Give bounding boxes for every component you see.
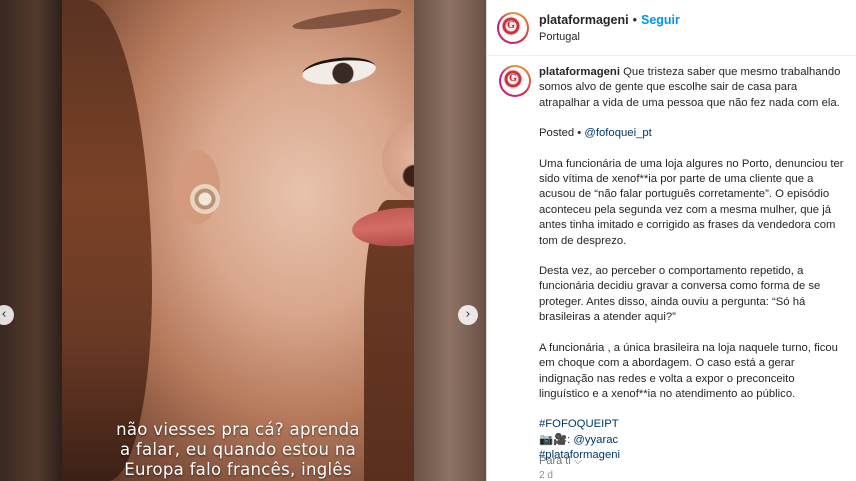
caption-paragraph-1: Uma funcionária de uma loja algures no P… xyxy=(539,157,844,247)
previous-post-backdrop xyxy=(0,0,62,481)
caption-paragraph-3: A funcionária , a única brasileira na lo… xyxy=(539,341,838,400)
hashtag-fofoqueipt[interactable]: #FOFOQUEIPT xyxy=(539,417,845,432)
chevron-right-icon[interactable]: › xyxy=(458,305,478,325)
post-media[interactable] xyxy=(62,0,414,481)
posted-handle-link[interactable]: @fofoquei_pt xyxy=(584,127,651,139)
for-you-dropdown[interactable]: Para ti ⌵ xyxy=(539,455,582,468)
post-header: G plataformageni • Seguir Portugal xyxy=(487,0,856,56)
post-viewer: não viesses pra cá? aprenda a falar, eu … xyxy=(0,0,856,481)
brand-logo-icon: G xyxy=(501,16,521,36)
hashtag-plataformageni[interactable]: #plataformageni xyxy=(539,448,845,463)
next-post-backdrop xyxy=(414,0,486,481)
caption: G plataformageni Que tristeza saber que … xyxy=(499,65,845,481)
caption-avatar[interactable]: G xyxy=(499,65,531,97)
brand-logo-icon: G xyxy=(503,69,523,89)
credit-handle-link[interactable]: @yyarac xyxy=(573,434,618,446)
caption-paragraph-2: Desta vez, ao perceber o comportamento r… xyxy=(539,265,821,324)
camera-icon: 📷🎥: xyxy=(539,433,571,446)
caption-scroll-area[interactable]: G plataformageni Que tristeza saber que … xyxy=(487,57,856,481)
post-details-panel: G plataformageni • Seguir Portugal G plata… xyxy=(486,0,856,481)
author-username[interactable]: plataformageni xyxy=(539,13,629,27)
follow-button[interactable]: Seguir xyxy=(641,13,680,27)
post-location[interactable]: Portugal xyxy=(539,31,580,43)
avatar[interactable]: G xyxy=(497,12,529,44)
caption-author[interactable]: plataformageni xyxy=(539,66,620,78)
post-time[interactable]: 2 d xyxy=(539,468,845,481)
video-subtitle: não viesses pra cá? aprenda a falar, eu … xyxy=(116,420,360,479)
